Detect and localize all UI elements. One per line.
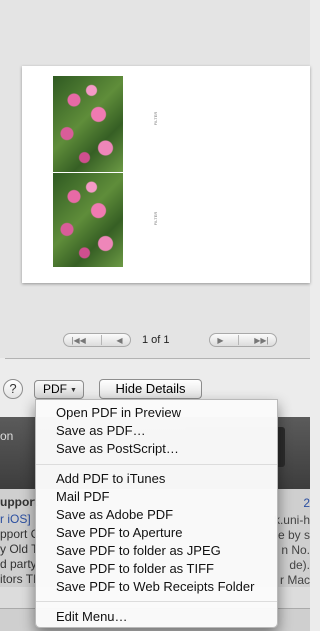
print-preview-area: FILTER FILTER |◀◀ ◀ 1 of 1 ▶ ▶▶| [0, 0, 310, 358]
menu-item-mail-pdf[interactable]: Mail PDF [36, 488, 277, 506]
bg-text-editors: itors TI [0, 572, 37, 586]
side-caption-bottom: FILTER [153, 211, 159, 226]
side-caption-top: FILTER [153, 111, 159, 126]
bg-text-upport: upport [0, 495, 38, 509]
pdf-dropdown-menu: Open PDF in Preview Save as PDF… Save as… [35, 399, 278, 628]
menu-item-save-folder-jpeg[interactable]: Save PDF to folder as JPEG [36, 542, 277, 560]
menu-item-edit-menu[interactable]: Edit Menu… [36, 608, 277, 626]
bg-right-mac: r Mac [280, 573, 310, 587]
bg-text-old: y Old T [0, 542, 39, 556]
help-button[interactable]: ? [3, 379, 23, 399]
dropdown-arrow-icon: ▼ [70, 387, 77, 394]
pager-separator [238, 335, 240, 345]
bg-right-e: e by s [277, 528, 310, 542]
prev-page-icon[interactable]: ◀ [116, 336, 122, 345]
menu-separator [36, 601, 277, 602]
photo-bottom [53, 173, 123, 267]
bg-right-no: n No. [281, 543, 310, 557]
pdf-button-label: PDF [43, 382, 67, 396]
menu-item-save-to-aperture[interactable]: Save PDF to Aperture [36, 524, 277, 542]
photo-top [53, 76, 123, 172]
pager-next-group: ▶ ▶▶| [209, 333, 277, 347]
menu-item-save-web-receipts[interactable]: Save PDF to Web Receipts Folder [36, 578, 277, 596]
page-thumbnail: FILTER FILTER [22, 66, 310, 283]
first-page-icon[interactable]: |◀◀ [71, 336, 85, 345]
divider [5, 358, 310, 359]
bg-text-on: on [0, 429, 14, 443]
last-page-icon[interactable]: ▶▶| [254, 336, 268, 345]
menu-item-save-as-pdf[interactable]: Save as PDF… [36, 422, 277, 440]
pdf-menu-button[interactable]: PDF ▼ [34, 380, 84, 399]
bg-right-2: 2 [303, 496, 310, 510]
menu-separator [36, 464, 277, 465]
bg-right-de: de). [289, 558, 310, 572]
bg-text-ios: r iOS] [0, 512, 31, 526]
menu-item-add-to-itunes[interactable]: Add PDF to iTunes [36, 470, 277, 488]
menu-item-save-as-adobe-pdf[interactable]: Save as Adobe PDF [36, 506, 277, 524]
menu-item-save-folder-tiff[interactable]: Save PDF to folder as TIFF [36, 560, 277, 578]
page-indicator: 1 of 1 [142, 334, 170, 346]
menu-item-save-as-postscript[interactable]: Save as PostScript… [36, 440, 277, 458]
bg-right-unih: k.uni-h [273, 513, 310, 527]
menu-item-open-in-preview[interactable]: Open PDF in Preview [36, 404, 277, 422]
next-page-icon[interactable]: ▶ [217, 336, 223, 345]
hide-details-button[interactable]: Hide Details [99, 379, 202, 399]
bg-text-party: d party [0, 557, 37, 571]
pager-prev-group: |◀◀ ◀ [63, 333, 131, 347]
pager-separator [100, 335, 102, 345]
bg-text-port: pport C [0, 527, 40, 541]
